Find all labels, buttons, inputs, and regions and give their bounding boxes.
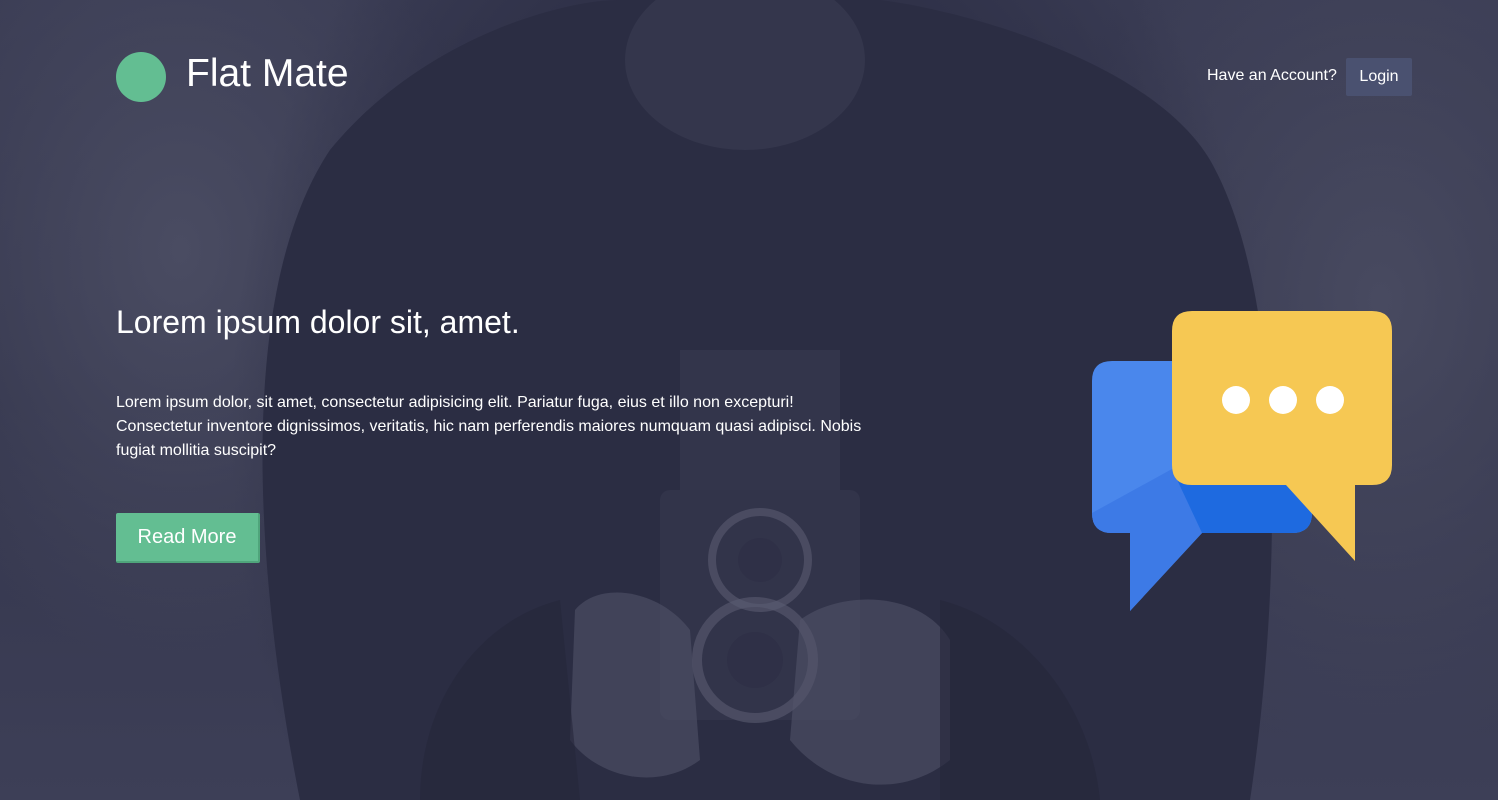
account-prompt: Have an Account?: [1207, 67, 1337, 84]
hero-section: Flat Mate Have an Account? Login Lorem i…: [0, 0, 1498, 800]
brand-name[interactable]: Flat Mate: [186, 50, 349, 98]
chat-bubbles-icon: [1092, 311, 1392, 611]
hero-description: Lorem ipsum dolor, sit amet, consectetur…: [116, 394, 862, 459]
read-more-button[interactable]: Read More: [116, 513, 260, 563]
site-header: Flat Mate Have an Account? Login: [0, 0, 1498, 150]
login-button[interactable]: Login: [1346, 58, 1412, 96]
hero-headline: Lorem ipsum dolor sit, amet.: [116, 304, 520, 340]
logo-circle-icon[interactable]: [116, 52, 166, 102]
